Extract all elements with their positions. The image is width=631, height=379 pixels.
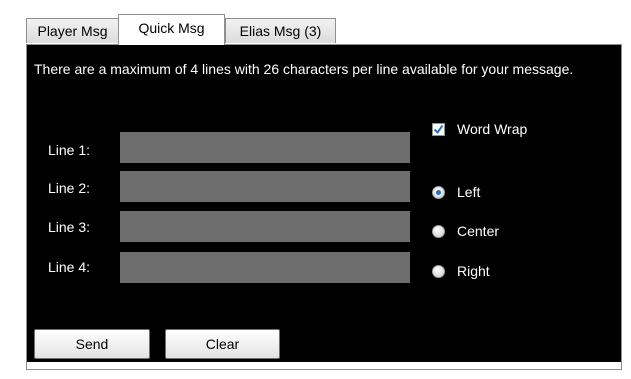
line-2-label: Line 2: [48,180,91,196]
align-left-label: Left [457,184,481,200]
align-right-radio[interactable] [432,264,445,278]
tab-elias-msg[interactable]: Elias Msg (3) [225,18,336,43]
quick-msg-panel: There are a maximum of 4 lines with 26 c… [26,44,622,363]
line-3-input[interactable] [120,211,410,242]
clear-button[interactable]: Clear [165,329,280,359]
send-button[interactable]: Send [34,329,150,359]
line-1-label: Line 1: [48,142,91,158]
line-4-input[interactable] [120,252,410,283]
quick-message-window: Player Msg Quick Msg Elias Msg (3) There… [0,0,631,379]
tab-player-msg[interactable]: Player Msg [26,18,119,43]
line-2-input[interactable] [120,171,410,202]
line-4-label: Line 4: [48,259,91,275]
align-center-radio[interactable] [432,224,445,238]
line-3-label: Line 3: [48,219,91,235]
panel-bottom-edge [26,362,622,370]
line-1-input[interactable] [120,132,410,163]
align-center-label: Center [457,223,500,239]
word-wrap-label: Word Wrap [457,121,528,137]
align-right-label: Right [457,263,490,279]
word-wrap-option[interactable]: Word Wrap [432,121,527,137]
tab-quick-msg[interactable]: Quick Msg [118,14,225,45]
align-left-radio[interactable] [432,185,445,199]
tab-strip: Player Msg Quick Msg Elias Msg (3) [26,14,626,45]
word-wrap-checkbox[interactable] [432,122,445,136]
check-icon [433,124,444,134]
info-text: There are a maximum of 4 lines with 26 c… [34,61,574,77]
align-right-option[interactable]: Right [432,263,490,279]
align-center-option[interactable]: Center [432,223,499,239]
align-left-option[interactable]: Left [432,184,480,200]
